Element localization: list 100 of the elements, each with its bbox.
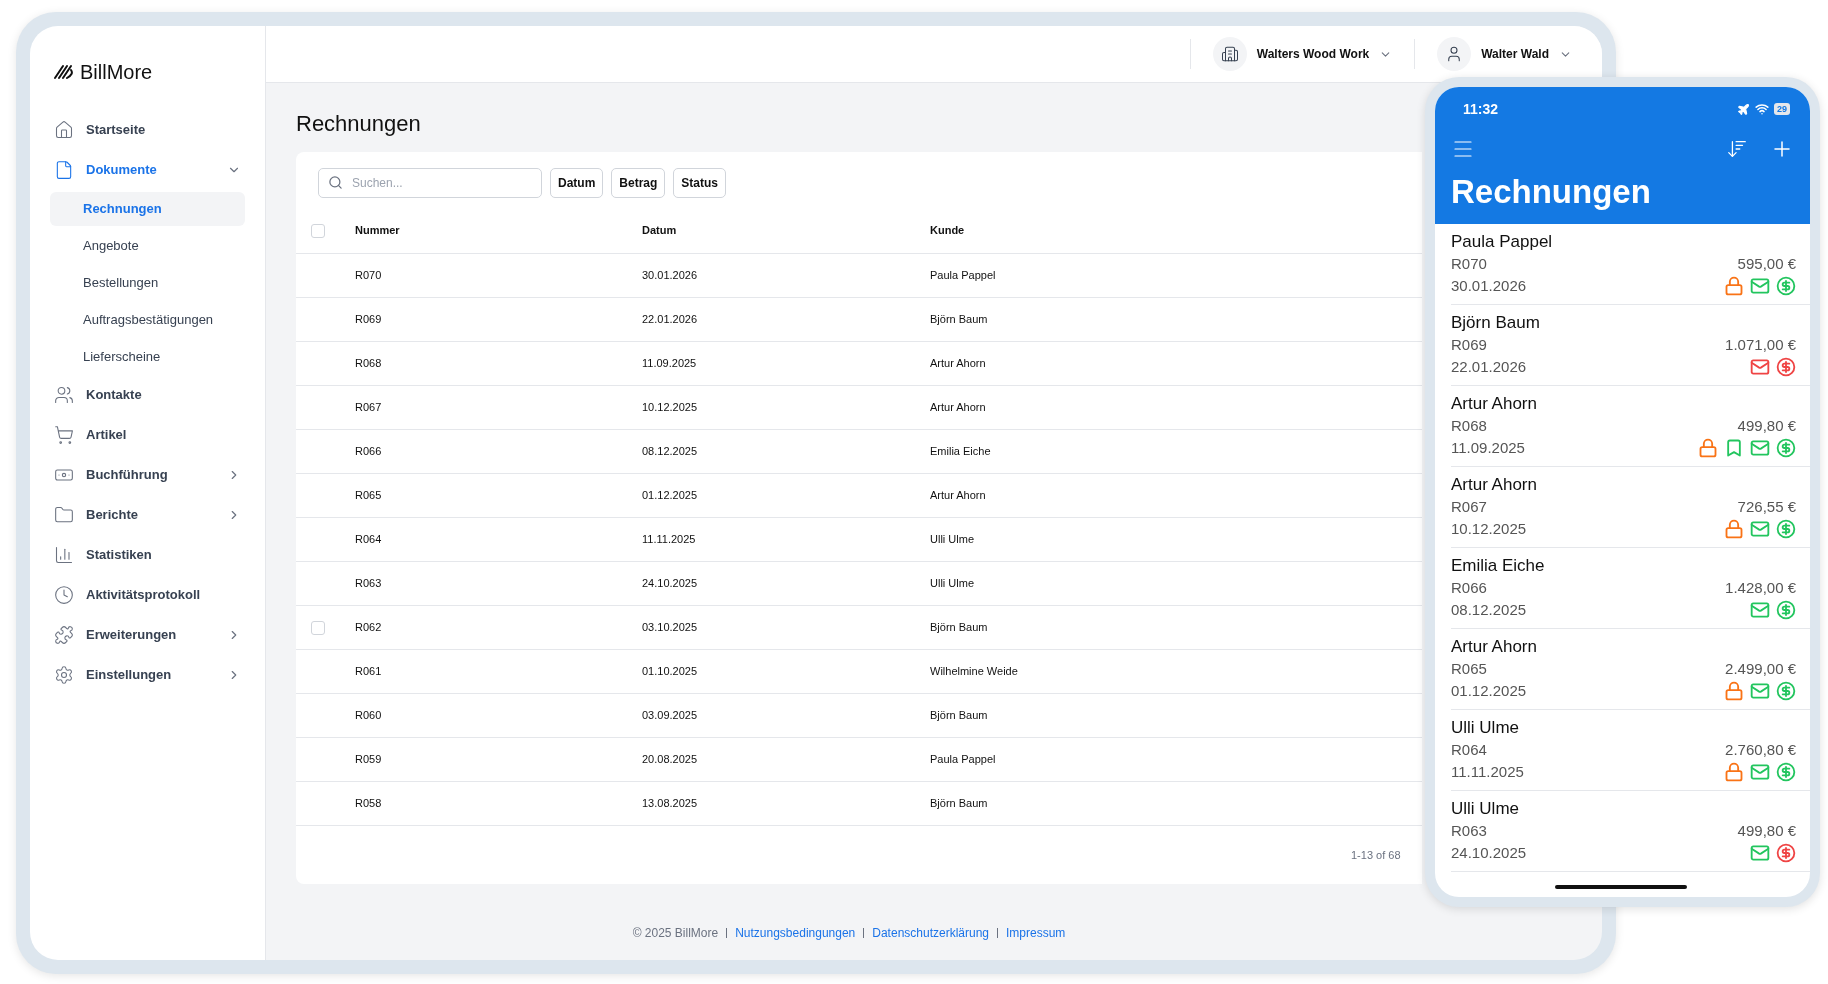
sidebar-item[interactable]: Berichte (50, 495, 245, 535)
invoice-number: R067 (1451, 497, 1487, 517)
footer-link[interactable]: Nutzungsbedingungen (735, 924, 856, 942)
invoice-amount: 499,80 € (1737, 821, 1796, 841)
invoice-list-item[interactable]: Artur Ahorn R068 499,80 € 11.09.2025 (1451, 386, 1810, 467)
invoice-date: 24.10.2025 (1451, 843, 1527, 863)
invoice-list-item[interactable]: Emilia Eiche R066 1.428,00 € 08.12.2025 (1451, 548, 1810, 629)
customer-name: Ulli Ulme (1451, 717, 1520, 739)
invoice-date: 10.12.2025 (1451, 519, 1527, 539)
company-selector[interactable]: Walters Wood Work (1212, 37, 1393, 71)
search-field[interactable]: Suchen... (318, 168, 542, 198)
sidebar-item[interactable]: Dokumente (50, 150, 245, 190)
table-cell-text: Artur Ahorn (930, 488, 986, 504)
customer-name: Emilia Eiche (1451, 555, 1546, 577)
table-cell-text: 03.09.2025 (642, 708, 698, 724)
sidebar-subitem[interactable]: Bestellungen (50, 265, 245, 300)
table-cell-text: Ulli Ulme (930, 576, 974, 592)
customer-name: Paula Pappel (1451, 231, 1554, 253)
filter-button[interactable]: Datum (550, 168, 604, 198)
settings-icon (54, 665, 74, 685)
people-icon (54, 385, 74, 405)
table-cell-text: Paula Pappel (930, 752, 996, 768)
table-cell-text: R069 (355, 312, 382, 328)
sidebar-subitem[interactable]: Angebote (50, 228, 245, 263)
customer-name: Artur Ahorn (1451, 474, 1538, 496)
column-header[interactable]: Kunde (930, 222, 965, 239)
table-cell-text: R068 (355, 356, 382, 372)
invoice-number: R065 (1451, 659, 1487, 679)
invoice-number: R068 (1451, 416, 1487, 436)
footer-link[interactable]: Impressum (1006, 924, 1066, 942)
table-cell-text: Emilia Eiche (930, 444, 991, 460)
invoice-amount: 2.499,00 € (1725, 659, 1796, 679)
column-header[interactable]: Datum (642, 222, 677, 239)
filter-button[interactable]: Status (673, 168, 727, 198)
customer-name: Björn Baum (1451, 312, 1541, 334)
invoice-list-item[interactable]: Artur Ahorn R065 2.499,00 € 01.12.2025 (1451, 629, 1810, 710)
sidebar-subitem[interactable]: Rechnungen (50, 191, 245, 226)
airplane-icon (1737, 102, 1750, 116)
invoice-date: 22.01.2026 (1451, 357, 1527, 377)
sidebar-item[interactable]: Artikel (50, 415, 245, 455)
sidebar-item[interactable]: Startseite (50, 110, 245, 150)
sidebar-item[interactable]: Aktivitätsprotokoll (50, 575, 245, 615)
sidebar-subitem[interactable]: Auftragsbestätigungen (50, 302, 245, 337)
sort-icon[interactable] (1726, 138, 1748, 160)
table-cell-text: R064 (355, 532, 382, 548)
phone-title: Rechnungen (1451, 172, 1652, 212)
invoice-number: R064 (1451, 740, 1487, 760)
sidebar-item[interactable]: Statistiken (50, 535, 245, 575)
table-cell-text: R061 (355, 664, 382, 680)
sidebar-item[interactable]: Kontakte (50, 375, 245, 415)
table-cell-text: Artur Ahorn (930, 400, 986, 416)
invoice-list-item[interactable]: Ulli Ulme R064 2.760,80 € 11.11.2025 (1451, 710, 1810, 791)
invoice-number: R063 (1451, 821, 1487, 841)
invoice-date: 08.12.2025 (1451, 600, 1527, 620)
table-cell-text: Björn Baum (930, 620, 988, 636)
invoice-date: 11.11.2025 (1451, 762, 1524, 782)
document-icon (54, 160, 74, 180)
sidebar-item[interactable]: Einstellungen (50, 655, 245, 695)
sidebar-item[interactable]: Buchführung (50, 455, 245, 495)
invoice-list-item[interactable]: Artur Ahorn R067 726,55 € 10.12.2025 (1451, 467, 1810, 548)
invoice-list-item[interactable]: Björn Baum R069 1.071,00 € 22.01.2026 (1451, 305, 1810, 386)
sidebar-item[interactable]: Erweiterungen (50, 615, 245, 655)
search-icon (328, 175, 343, 190)
table-cell-text: R067 (355, 400, 382, 416)
table-cell-text: Paula Pappel (930, 268, 996, 284)
table-cell-text: 20.08.2025 (642, 752, 698, 768)
invoice-date: 11.09.2025 (1451, 438, 1525, 458)
invoice-amount: 499,80 € (1737, 416, 1796, 436)
row-checkbox[interactable] (311, 620, 325, 635)
logo-icon (54, 64, 76, 80)
select-all-checkbox[interactable] (311, 223, 325, 238)
table-cell-text: 24.10.2025 (642, 576, 698, 592)
invoice-date: 30.01.2026 (1451, 276, 1527, 296)
table-cell-text: Ulli Ulme (930, 532, 974, 548)
table-cell-text: Björn Baum (930, 796, 988, 812)
invoice-number: R066 (1451, 578, 1487, 598)
invoice-amount: 726,55 € (1737, 497, 1796, 517)
customer-name: Artur Ahorn (1451, 393, 1538, 415)
user-menu[interactable]: Walter Wald (1437, 37, 1572, 71)
invoice-number: R069 (1451, 335, 1487, 355)
table-cell-text: Björn Baum (930, 708, 988, 724)
brand-name: BillMore (80, 60, 153, 85)
copyright-text: © 2025 BillMore (632, 925, 719, 942)
footer-link[interactable]: Datenschutzerklärung (872, 924, 989, 942)
table-cell-text: R058 (355, 796, 382, 812)
filter-button[interactable]: Betrag (611, 168, 666, 198)
customer-name: Artur Ahorn (1451, 636, 1538, 658)
customer-name: Ulli Ulme (1451, 798, 1520, 820)
invoice-list-item[interactable]: Ulli Ulme R063 499,80 € 24.10.2025 (1451, 791, 1810, 872)
pagination-label: 1-13 of 68 (1351, 847, 1401, 863)
invoice-number: R070 (1451, 254, 1487, 274)
table-cell-text: R062 (355, 620, 382, 636)
table-cell-text: R065 (355, 488, 382, 504)
table-cell-text: R063 (355, 576, 382, 592)
invoice-list-item[interactable]: Paula Pappel R070 595,00 € 30.01.2026 (1451, 224, 1810, 305)
sidebar-subitem[interactable]: Lieferscheine (50, 339, 245, 374)
table-cell-text: 11.09.2025 (642, 356, 697, 372)
table-cell-text: R066 (355, 444, 382, 460)
invoice-amount: 595,00 € (1737, 254, 1796, 274)
column-header[interactable]: Nummer (355, 222, 400, 239)
